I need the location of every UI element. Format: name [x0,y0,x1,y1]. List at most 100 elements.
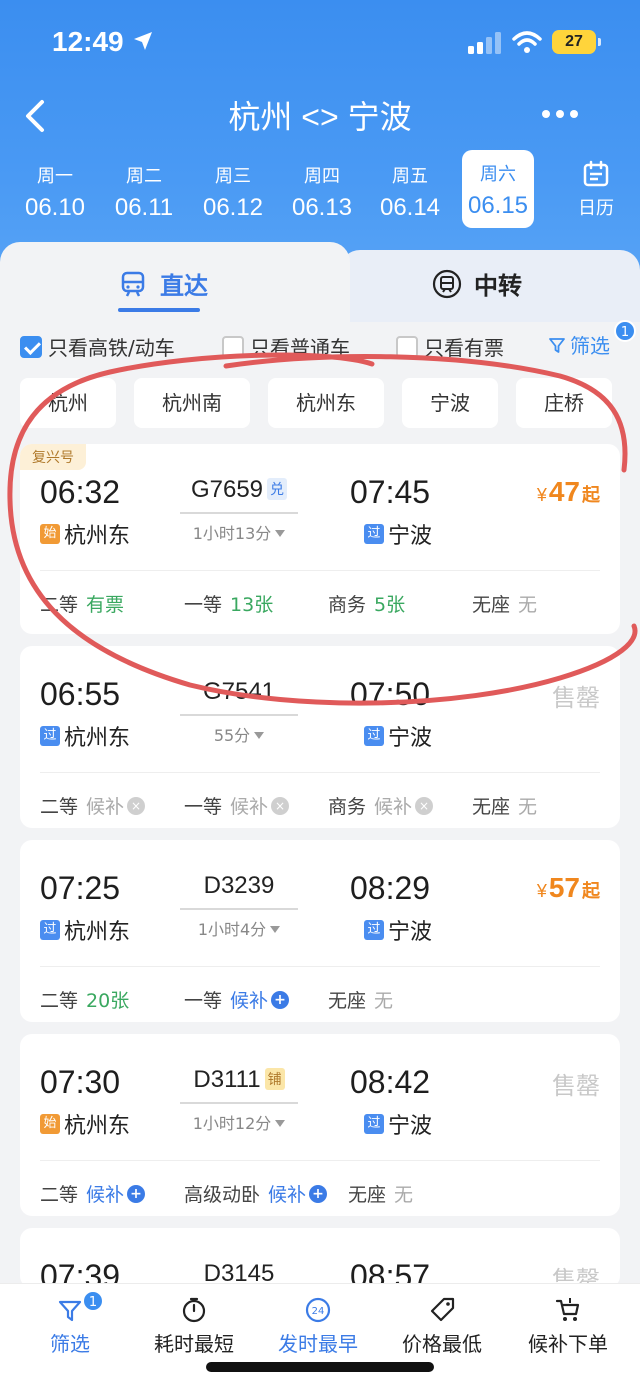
tab-direct-label: 直达 [160,272,208,300]
available-only-checkbox[interactable]: 只看有票 [396,332,504,361]
duration-text: 1小时13分 [192,524,272,543]
sort-shortest-label: 耗时最短 [154,1332,234,1356]
seat-business: 商务 5张 [328,590,405,617]
date-item-tue[interactable]: 周二 06.11 [105,152,183,228]
from-station-name: 杭州东 [64,1114,131,1139]
train-number-text: D3111 [193,1066,261,1093]
wifi-icon [512,31,542,53]
date-weekday: 周四 [304,166,340,187]
seat-first-class[interactable]: 一等 候补 + [184,986,290,1013]
seat-second-class[interactable]: 二等 候补 × [40,792,146,819]
seat-value: 候补 [268,1184,307,1206]
seat-name: 二等 [40,990,79,1012]
station-chip[interactable]: 宁波 [402,378,498,428]
seat-first-class[interactable]: 一等 候补 × [184,792,290,819]
duration-line [180,1102,298,1104]
sold-out-label: 售罄 [552,684,600,712]
sort-shortest-button[interactable]: 耗时最短 [132,1296,256,1357]
seat-value: 无 [518,796,538,818]
price-currency: ¥ [536,881,547,901]
sort-earliest-label: 发时最早 [278,1332,358,1356]
duration-text: 55分 [213,726,251,745]
high-speed-only-checkbox[interactable]: 只看高铁/动车 [20,332,175,361]
date-weekday: 周二 [126,166,162,187]
duration[interactable]: 1小时12分 [180,1110,298,1134]
date-item-thu[interactable]: 周四 06.13 [283,152,361,228]
train-card[interactable]: 07:25 D3239 1小时4分 08:29 过杭州东 过宁波 ¥57 起 二等… [20,840,620,1022]
more-dots-icon[interactable] [540,108,580,120]
seat-name: 二等 [40,594,79,616]
station-chip[interactable]: 杭州 [20,378,116,428]
price-suffix: 起 [582,485,600,505]
tab-transfer-label: 中转 [474,272,522,300]
tab-direct[interactable]: 直达 [0,242,350,322]
waitlist-order-button[interactable]: 候补下单 [506,1296,630,1357]
screen-filter-button[interactable]: 筛选 1 [548,320,636,359]
caret-down-icon [275,1120,286,1127]
date-value: 06.14 [379,194,441,221]
checkbox-checked [20,335,42,358]
departure-time: 06:32 [40,474,121,510]
unavailable-x-icon: × [127,796,146,815]
filter-label: 筛选 [50,1332,90,1356]
train-card[interactable]: 复兴号 06:32 G7659 兑 1小时13分 07:45 始杭州东 过宁波 ¥… [20,444,620,634]
date-weekday: 周一 [37,166,73,187]
exchange-badge: 兑 [267,478,288,500]
train-card[interactable]: 06:55 G7541 55分 07:50 过杭州东 过宁波 售罄 二等 候补 × … [20,646,620,828]
normal-train-only-checkbox[interactable]: 只看普通车 [222,332,350,361]
train-number: G7659 兑 [180,476,298,504]
seat-name: 无座 [472,594,511,616]
date-item-wed[interactable]: 周三 06.12 [194,152,272,228]
price-currency: ¥ [536,485,547,505]
seat-business[interactable]: 商务 候补 × [328,792,434,819]
price-suffix: 起 [582,881,600,901]
clock-24-text: 24 [312,1306,325,1317]
station-chip[interactable]: 杭州东 [268,378,384,428]
seat-name: 无座 [348,1184,387,1206]
from-station-name: 杭州东 [64,726,131,751]
divider [40,570,600,571]
duration[interactable]: 1小时13分 [180,520,298,544]
sort-cheapest-button[interactable]: 价格最低 [380,1296,504,1357]
train-card[interactable]: 07:30 D3111 铺 1小时12分 08:42 始杭州东 过宁波 售罄 二等… [20,1034,620,1216]
to-station-name: 宁波 [388,726,433,751]
calendar-icon [583,160,609,187]
calendar-label: 日历 [578,198,614,219]
seat-value: 无 [518,594,538,616]
train-card[interactable]: 07:39 D3145 08:57 售罄 [20,1228,620,1288]
duration[interactable]: 1小时4分 [180,916,298,940]
pass-station-icon: 过 [364,1114,384,1134]
station-chip[interactable]: 庄桥 [516,378,612,428]
filter-count-badge: 1 [614,320,636,342]
station-chip[interactable]: 杭州南 [134,378,250,428]
seat-deluxe-sleeper[interactable]: 高级动卧 候补 + [184,1180,328,1207]
checkbox-label: 只看有票 [424,336,504,360]
date-item-mon[interactable]: 周一 06.10 [16,152,94,228]
seat-name: 商务 [328,796,367,818]
duration[interactable]: 55分 [180,722,298,746]
date-value: 06.12 [202,194,264,221]
date-item-fri[interactable]: 周五 06.14 [371,152,449,228]
pass-station-icon: 过 [40,920,60,940]
from-station-name: 杭州东 [64,524,131,549]
to-station-name: 宁波 [388,1114,433,1139]
train-icon [121,271,145,297]
duration-text: 1小时4分 [197,920,267,939]
seat-name: 高级动卧 [184,1184,261,1206]
cart-icon [555,1298,580,1321]
divider [40,772,600,773]
seat-second-class[interactable]: 二等 候补 + [40,1180,146,1207]
sort-earliest-button[interactable]: 24 发时最早 [256,1296,380,1357]
seat-standing: 无座无 [472,792,537,819]
date-item-sat-selected[interactable]: 周六 06.15 [462,150,534,228]
train-number: G7541 [180,678,298,706]
seat-second-class: 二等 20张 [40,986,129,1013]
tab-transfer[interactable]: 中转 [340,250,640,322]
seat-value: 无 [374,990,394,1012]
calendar-button[interactable]: 日历 [566,160,626,220]
filter-button[interactable]: 筛选 1 [8,1290,132,1357]
seat-name: 一等 [184,990,223,1012]
pass-station-icon: 过 [40,726,60,746]
sold-out-label: 售罄 [552,1072,600,1100]
seat-name: 一等 [184,594,223,616]
